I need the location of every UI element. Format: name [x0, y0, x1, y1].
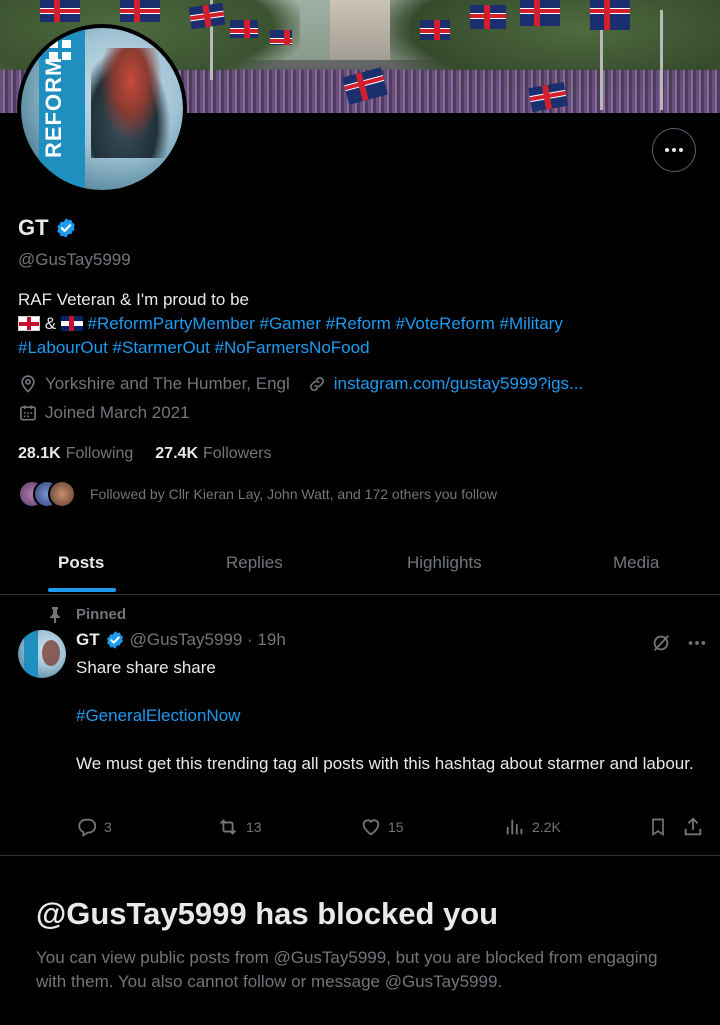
profile-tabs: Posts Replies Highlights Media: [0, 532, 720, 595]
hashtag-link[interactable]: #StarmerOut: [113, 338, 210, 357]
reply-icon: [78, 818, 97, 837]
repost-icon: [220, 819, 236, 835]
bookmark-button[interactable]: [648, 816, 668, 838]
bio-line-2: & #ReformPartyMember #Gamer #Reform #Vot…: [18, 312, 708, 336]
pinned-post[interactable]: Pinned GT @GusTay5999 · 19h Share share …: [0, 596, 720, 856]
website-link[interactable]: instagram.com/gustay5999?igs...: [334, 374, 583, 394]
post-author-avatar[interactable]: [18, 630, 66, 678]
bio-line-1: RAF Veteran & I'm proud to be: [18, 290, 249, 309]
avatar-reform-text: REFORM: [41, 56, 66, 158]
union-flag-icon: [270, 30, 292, 45]
bio-line-3: #LabourOut #StarmerOut #NoFarmersNoFood: [18, 336, 708, 360]
avatar-figure: [91, 48, 171, 158]
hashtag-link[interactable]: #Military: [500, 314, 563, 333]
hashtag-link[interactable]: #LabourOut: [18, 338, 108, 357]
banner-palace: [330, 0, 390, 60]
hashtag-link[interactable]: #Gamer: [260, 314, 321, 333]
like-count: 15: [388, 819, 404, 835]
tab-posts[interactable]: Posts: [58, 532, 104, 594]
profile-meta-row: Yorkshire and The Humber, Engl instagram…: [18, 374, 583, 394]
active-tab-indicator: [48, 588, 116, 592]
share-button[interactable]: [682, 816, 704, 838]
post-top-actions: [650, 632, 708, 654]
profile-name-row: GT: [18, 215, 77, 241]
more-options-button[interactable]: [652, 128, 696, 172]
following-count: 28.1K: [18, 445, 61, 462]
followed-by-row[interactable]: Followed by Cllr Kieran Lay, John Watt, …: [18, 480, 497, 508]
union-flag-icon: [230, 20, 258, 38]
followers-count: 27.4K: [155, 445, 198, 462]
views-count: 2.2K: [532, 819, 561, 835]
verified-badge-icon[interactable]: [55, 217, 77, 239]
union-flag-icon: [40, 0, 80, 22]
reply-button[interactable]: 3: [76, 816, 112, 838]
location: Yorkshire and The Humber, Engl: [18, 374, 290, 394]
following-link[interactable]: 28.1K Following: [18, 445, 133, 463]
profile-bio: RAF Veteran & I'm proud to be & #ReformP…: [18, 288, 708, 360]
hashtag-link[interactable]: #ReformPartyMember: [88, 314, 255, 333]
joined-row: Joined March 2021: [18, 403, 190, 423]
post-text-line: Share share share: [76, 658, 216, 677]
union-flag-icon: [470, 5, 506, 29]
more-icon[interactable]: [686, 632, 708, 654]
followers-link[interactable]: 27.4K Followers: [155, 445, 271, 463]
heart-icon: [362, 819, 380, 836]
joined-text: Joined March 2021: [45, 403, 190, 422]
reply-count: 3: [104, 819, 112, 835]
tab-replies[interactable]: Replies: [226, 532, 283, 594]
followed-by-text: Followed by Cllr Kieran Lay, John Watt, …: [90, 486, 497, 502]
post-author-name[interactable]: GT: [76, 630, 100, 650]
link-icon: [309, 377, 324, 391]
union-flag-icon: [188, 2, 226, 30]
tab-media[interactable]: Media: [613, 532, 659, 594]
repost-button[interactable]: 13: [216, 816, 262, 838]
dot-icon: [672, 148, 676, 152]
blocked-title: @GusTay5999 has blocked you: [36, 896, 499, 931]
calendar-icon: [20, 405, 36, 421]
following-label: Following: [65, 445, 134, 462]
follow-counts: 28.1K Following 27.4K Followers: [18, 445, 271, 463]
views-button[interactable]: 2.2K: [504, 816, 561, 838]
union-flag-icon: [120, 0, 160, 22]
hashtag-link[interactable]: #VoteReform: [396, 314, 495, 333]
post-hashtag-link[interactable]: #GeneralElectionNow: [76, 706, 240, 725]
pinned-label: Pinned: [76, 606, 127, 623]
blocked-notice: @GusTay5999 has blocked you You can view…: [36, 896, 686, 994]
bookmark-icon: [652, 818, 664, 837]
followers-label: Followers: [203, 445, 272, 462]
post-text-line: We must get this trending tag all posts …: [76, 754, 694, 773]
verified-badge-icon[interactable]: [105, 630, 125, 650]
pinned-label-row: Pinned: [48, 606, 126, 623]
hashtag-link[interactable]: #Reform: [326, 314, 391, 333]
profile-handle: @GusTay5999: [18, 250, 131, 269]
profile-avatar[interactable]: REFORM: [17, 24, 187, 194]
follower-avatars: [18, 480, 76, 508]
uk-flag-icon: [60, 316, 83, 331]
website[interactable]: instagram.com/gustay5999?igs...: [307, 374, 583, 394]
dot-icon: [679, 148, 683, 152]
union-flag-icon: [420, 20, 450, 40]
pin-icon: [50, 606, 60, 623]
hashtag-link[interactable]: #NoFarmersNoFood: [215, 338, 370, 357]
profile-name: GT: [18, 215, 49, 240]
post-stats: 3 13 15 2.2K: [76, 816, 706, 840]
union-flag-icon: [590, 0, 630, 30]
repost-count: 13: [246, 819, 262, 835]
dot-icon: [665, 148, 669, 152]
post-header: GT @GusTay5999 · 19h: [76, 630, 286, 650]
bio-ampersand: &: [44, 314, 57, 333]
england-flag-icon: [18, 316, 40, 331]
grok-icon[interactable]: [650, 632, 672, 654]
views-icon: [506, 819, 523, 835]
union-flag-icon: [520, 0, 560, 26]
location-text: Yorkshire and The Humber, Engl: [45, 374, 290, 393]
tab-highlights[interactable]: Highlights: [407, 532, 482, 594]
like-button[interactable]: 15: [360, 816, 404, 838]
post-body: Share share share #GeneralElectionNow We…: [76, 656, 706, 800]
share-icon: [684, 817, 702, 836]
blocked-message: You can view public posts from @GusTay59…: [36, 948, 658, 991]
location-pin-icon: [21, 375, 35, 393]
avatar: [48, 480, 76, 508]
post-handle-time: @GusTay5999 · 19h: [129, 630, 286, 649]
